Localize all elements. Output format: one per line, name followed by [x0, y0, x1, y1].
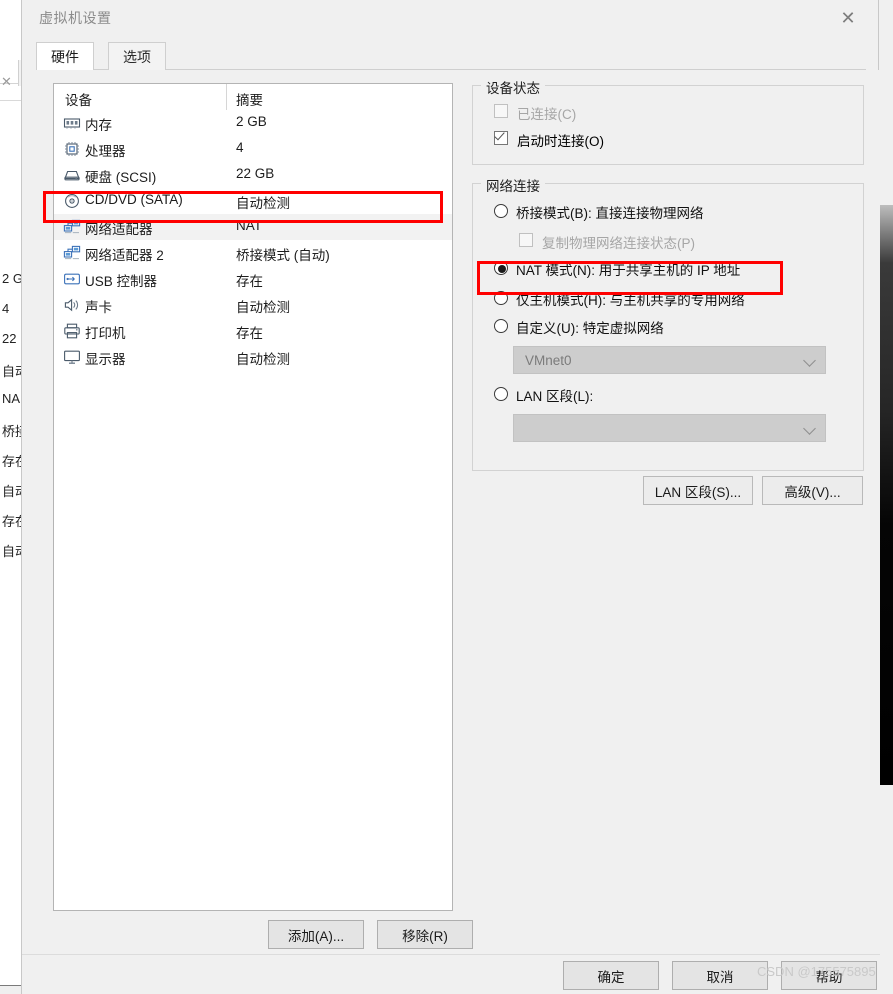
close-icon[interactable]: ✕ [828, 3, 868, 33]
device-summary: 存在 [236, 274, 263, 289]
device-row[interactable]: 处理器 4 [54, 136, 452, 162]
device-row[interactable]: 声卡 自动检测 [54, 292, 452, 318]
device-name: 声卡 [85, 300, 112, 315]
scrollbar-thumb[interactable] [879, 205, 893, 785]
device-name: 网络适配器 [85, 222, 153, 237]
device-name: CD/DVD (SATA) [85, 192, 183, 207]
device-name: USB 控制器 [85, 274, 158, 289]
radio-circle[interactable] [494, 261, 508, 275]
device-summary: 自动检测 [236, 300, 290, 315]
footer-divider [22, 954, 880, 955]
radio-lan-segment-label: LAN 区段(L): [516, 389, 594, 404]
lan-segment-select[interactable] [513, 414, 826, 442]
device-summary: 自动检测 [236, 196, 290, 211]
dialog-body: 设备 摘要 内存 2 GB 处理器 4 硬盘 (SCSI) 22 GB CD/DVD (SA… [22, 70, 880, 994]
device-name: 硬盘 (SCSI) [85, 170, 157, 185]
network-connection-group: 网络连接 桥接模式(B): 直接连接物理网络 复制物理网络连接状态(P) NAT… [472, 175, 864, 471]
device-row[interactable]: USB 控制器 存在 [54, 266, 452, 292]
device-summary: 2 GB [236, 114, 267, 129]
memory-icon [63, 114, 81, 132]
tab-hardware[interactable]: 硬件 [36, 42, 94, 70]
cddvd-icon [63, 192, 81, 210]
custom-network-select[interactable]: VMnet0 [513, 346, 826, 374]
radio-dot [498, 265, 506, 273]
radio-circle[interactable] [494, 387, 508, 401]
network-connection-legend: 网络连接 [481, 175, 545, 195]
network-icon [63, 218, 81, 236]
column-separator [226, 84, 227, 110]
check-icon [494, 129, 505, 141]
device-name: 网络适配器 2 [85, 248, 164, 263]
add-button[interactable]: 添加(A)... [268, 920, 364, 949]
lan-segments-button[interactable]: LAN 区段(S)... [643, 476, 753, 505]
screenshot-root: ✕ 2 G 4 22 自动 NA 桥接 存在 自动 存在 自动 虚拟机设置 ✕ 硬件 选项 设备 … [0, 0, 893, 994]
ok-button[interactable]: 确定 [563, 961, 659, 990]
chevron-down-icon [803, 422, 816, 435]
checkbox-box [519, 233, 533, 247]
column-header-summary: 摘要 [236, 93, 263, 108]
radio-circle[interactable] [494, 291, 508, 305]
device-status-legend: 设备状态 [481, 77, 545, 97]
device-name: 处理器 [85, 144, 126, 159]
dialog-titlebar: 虚拟机设置 ✕ [22, 0, 878, 36]
device-list[interactable]: 设备 摘要 内存 2 GB 处理器 4 硬盘 (SCSI) 22 GB CD/DVD (SA… [53, 83, 453, 911]
watermark: CSDN @175575895 [757, 964, 876, 979]
cancel-button[interactable]: 取消 [672, 961, 768, 990]
connect-at-power-on-label: 启动时连接(O) [517, 134, 604, 149]
column-header-device: 设备 [65, 93, 92, 108]
device-status-group: 设备状态 已连接(C) 启动时连接(O) [472, 77, 864, 165]
device-summary: 存在 [236, 326, 263, 341]
device-name: 打印机 [85, 326, 126, 341]
device-row[interactable]: 显示器 自动检测 [54, 344, 452, 370]
device-row[interactable]: 网络适配器 NAT [54, 214, 452, 240]
remove-button[interactable]: 移除(R) [377, 920, 473, 949]
connected-label: 已连接(C) [517, 107, 577, 122]
close-icon[interactable]: ✕ [1, 75, 12, 88]
radio-nat-label: NAT 模式(N): 用于共享主机的 IP 地址 [516, 263, 741, 278]
harddisk-icon [63, 166, 81, 184]
dialog-title: 虚拟机设置 [39, 10, 112, 26]
radio-circle[interactable] [494, 204, 508, 218]
cpu-icon [63, 140, 81, 158]
device-summary: 22 GB [236, 166, 275, 181]
custom-network-value: VMnet0 [525, 352, 572, 368]
tabstrip: 硬件 选项 [36, 42, 866, 70]
sound-icon [63, 296, 81, 314]
checkbox-box[interactable] [494, 129, 508, 145]
device-row[interactable]: 网络适配器 2 桥接模式 (自动) [54, 240, 452, 266]
checkbox-box [494, 104, 508, 118]
advanced-button[interactable]: 高级(V)... [762, 476, 863, 505]
radio-custom-label: 自定义(U): 特定虚拟网络 [516, 321, 664, 336]
device-row[interactable]: CD/DVD (SATA) 自动检测 [54, 188, 452, 214]
network-icon [63, 244, 81, 262]
replicate-state-label: 复制物理网络连接状态(P) [542, 236, 695, 251]
chevron-down-icon [803, 354, 816, 367]
display-icon [63, 348, 81, 366]
device-row[interactable]: 内存 2 GB [54, 110, 452, 136]
usb-icon [63, 270, 81, 288]
device-summary: NAT [236, 218, 262, 233]
radio-circle[interactable] [494, 319, 508, 333]
device-list-header: 设备 摘要 [54, 84, 452, 110]
device-name: 内存 [85, 118, 112, 133]
device-summary: 自动检测 [236, 352, 290, 367]
device-row[interactable]: 硬盘 (SCSI) 22 GB [54, 162, 452, 188]
radio-bridged-label: 桥接模式(B): 直接连接物理网络 [516, 206, 704, 221]
vm-settings-dialog: 虚拟机设置 ✕ 硬件 选项 设备 摘要 内存 2 GB 处理器 4 硬盘 (SCSI) 2… [21, 0, 880, 994]
tab-options[interactable]: 选项 [108, 42, 166, 70]
device-row[interactable]: 打印机 存在 [54, 318, 452, 344]
printer-icon [63, 322, 81, 340]
device-name: 显示器 [85, 352, 126, 367]
radio-host-only-label: 仅主机模式(H): 与主机共享的专用网络 [516, 293, 745, 308]
device-summary: 4 [236, 140, 244, 155]
device-summary: 桥接模式 (自动) [236, 248, 330, 263]
